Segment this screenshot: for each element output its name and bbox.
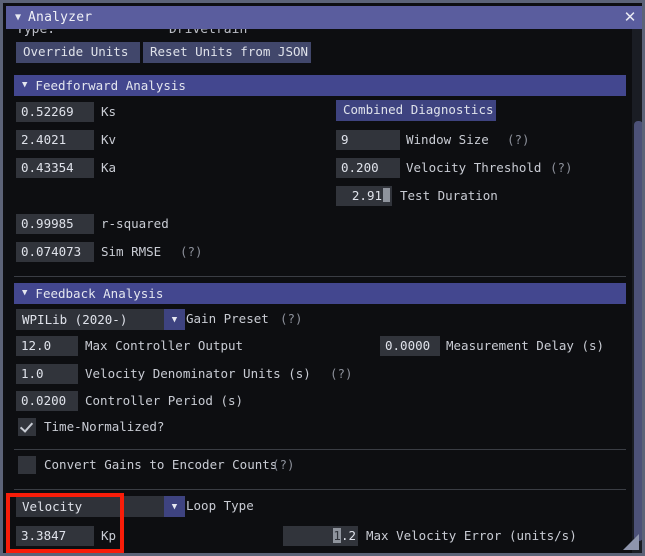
window-title: Analyzer [28,10,621,25]
max-controller-output-label: Max Controller Output [85,336,243,356]
ks-row: 0.52269 Ks Combined Diagnostics [6,102,634,130]
max-controller-output-row: 12.0 Max Controller Output 0.0000 Measur… [6,336,634,364]
scroll-inner: Type: Drivetrain Override Units Reset Un… [6,29,634,556]
velocity-denominator-units-row: 1.0 Velocity Denominator Units (s) (?) [6,364,634,391]
window-title-bar[interactable]: ▼ Analyzer ✕ [6,6,645,29]
convert-gains-row: Convert Gains to Encoder Counts (?) [6,456,634,482]
feedforward-analysis-header[interactable]: ▼ Feedforward Analysis [14,75,626,96]
max-velocity-error-field[interactable]: 1.2 [283,526,358,546]
ka-field[interactable]: 0.43354 [16,158,94,178]
velocity-threshold-label: Velocity Threshold [406,158,541,178]
test-duration-row: 2.91 Test Duration [6,186,634,214]
sim-rmse-row: 0.074073 Sim RMSE (?) [6,242,634,269]
close-icon[interactable]: ✕ [621,10,639,25]
chevron-down-icon: ▼ [164,496,185,517]
velocity-denominator-units-help-icon[interactable]: (?) [330,364,353,384]
velocity-denominator-units-label: Velocity Denominator Units (s) [85,364,311,384]
sim-rmse-field[interactable]: 0.074073 [16,242,94,262]
gain-preset-dropdown[interactable]: WPILib (2020-) ▼ [16,309,185,330]
chevron-down-icon: ▼ [164,309,185,330]
r-squared-row: 0.99985 r-squared [6,214,634,242]
r-squared-field[interactable]: 0.99985 [16,214,94,234]
analyzer-window: ▼ Analyzer ✕ Type: Drivetrain Override U… [0,0,645,556]
loop-type-dropdown[interactable]: Velocity ▼ [16,496,185,517]
convert-gains-label: Convert Gains to Encoder Counts [44,455,277,475]
text-caret [383,188,390,202]
test-duration-label: Test Duration [400,186,498,206]
velocity-denominator-units-field[interactable]: 1.0 [16,364,78,384]
max-velocity-error-value-tail: .2 [341,528,356,543]
divider [14,489,626,490]
divider [14,276,626,277]
loop-type-label: Loop Type [186,496,254,516]
type-value: Drivetrain [169,29,247,37]
loop-type-row: Velocity ▼ Loop Type [6,496,634,523]
measurement-delay-field[interactable]: 0.0000 [380,336,440,356]
triangle-down-icon: ▼ [22,289,27,298]
velocity-threshold-field[interactable]: 0.200 [336,158,400,178]
feedforward-analysis-title: Feedforward Analysis [35,78,186,93]
feedback-analysis-title: Feedback Analysis [35,286,163,301]
convert-gains-help-icon[interactable]: (?) [272,455,295,475]
max-velocity-error-value-head: 1 [333,528,341,543]
window-size-help-icon[interactable]: (?) [507,130,530,150]
r-squared-label: r-squared [101,214,169,234]
kp-label: Kp [101,526,116,546]
ka-label: Ka [101,158,116,178]
window-size-field[interactable]: 9 [336,130,400,150]
time-normalized-row: Time-Normalized? [6,418,634,442]
gain-preset-help-icon[interactable]: (?) [280,309,303,329]
kp-field[interactable]: 3.3847 [16,526,94,546]
gain-preset-row: WPILib (2020-) ▼ Gain Preset (?) [6,309,634,336]
type-row: Type: Drivetrain [6,29,634,41]
kv-row: 2.4021 Kv 9 Window Size (?) [6,130,634,158]
feedback-analysis-header[interactable]: ▼ Feedback Analysis [14,283,626,304]
triangle-down-icon: ▼ [22,81,27,90]
controller-period-label: Controller Period (s) [85,391,243,411]
ks-label: Ks [101,102,116,122]
time-normalized-checkbox[interactable] [18,418,36,436]
loop-type-value: Velocity [16,496,164,517]
combined-diagnostics-button[interactable]: Combined Diagnostics [336,100,496,121]
ks-field[interactable]: 0.52269 [16,102,94,122]
window-resize-grip[interactable] [623,534,639,550]
units-button-row: Override Units Reset Units from JSON [6,41,634,66]
controller-period-row: 0.0200 Controller Period (s) [6,391,634,418]
measurement-delay-label: Measurement Delay (s) [446,336,604,356]
triangle-down-icon[interactable]: ▼ [15,13,21,23]
gain-preset-value: WPILib (2020-) [16,309,164,330]
vertical-scrollbar-thumb[interactable] [634,121,643,541]
max-controller-output-field[interactable]: 12.0 [16,336,78,356]
max-velocity-error-label: Max Velocity Error (units/s) [366,526,577,546]
controller-period-field[interactable]: 0.0200 [16,391,78,411]
window-size-label: Window Size [406,130,489,150]
kv-field[interactable]: 2.4021 [16,130,94,150]
gain-preset-label: Gain Preset [186,309,269,329]
ka-row: 0.43354 Ka 0.200 Velocity Threshold (?) [6,158,634,186]
velocity-threshold-help-icon[interactable]: (?) [550,158,573,178]
override-units-button[interactable]: Override Units [16,42,140,63]
analyzer-content: Type: Drivetrain Override Units Reset Un… [6,29,645,556]
time-normalized-label: Time-Normalized? [44,417,164,437]
type-label: Type: [16,29,55,37]
test-duration-value: 2.91 [352,188,382,203]
reset-units-from-json-button[interactable]: Reset Units from JSON [143,42,311,63]
divider [14,449,626,450]
test-duration-field[interactable]: 2.91 [336,186,392,206]
sim-rmse-help-icon[interactable]: (?) [180,242,203,262]
sim-rmse-label: Sim RMSE [101,242,161,262]
kp-row: 3.3847 Kp 1.2 Max Velocity Error (units/… [6,526,634,554]
convert-gains-checkbox[interactable] [18,456,36,474]
kv-label: Kv [101,130,116,150]
